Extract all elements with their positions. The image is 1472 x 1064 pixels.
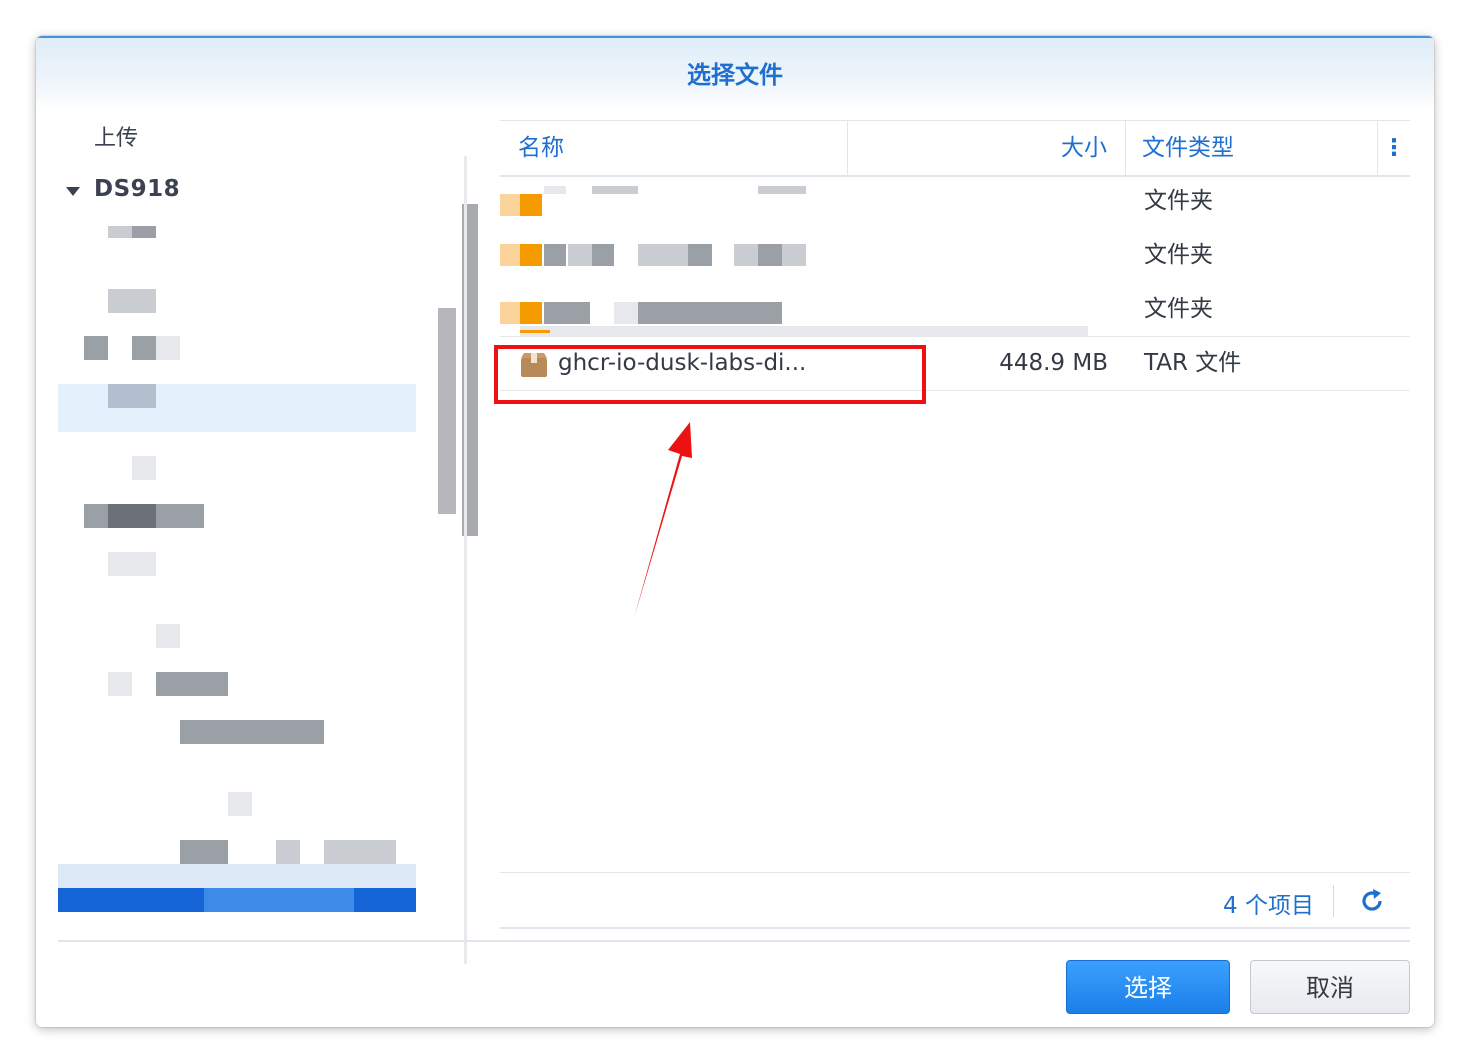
- blurred-file-name: [592, 186, 638, 194]
- blurred-tree-item: [132, 336, 156, 360]
- item-count: 4 个项目: [1223, 893, 1314, 919]
- blurred-tree-item: [324, 840, 396, 864]
- blurred-tree-item[interactable]: [180, 720, 324, 744]
- blurred-file-name: [544, 302, 590, 324]
- blurred-tree-item: [108, 504, 156, 528]
- table-footer: 4 个项目: [500, 872, 1410, 929]
- annotation-highlight-box: [494, 345, 926, 404]
- table-row[interactable]: 文件夹: [500, 174, 1410, 228]
- folder-icon: [520, 244, 542, 266]
- table-row[interactable]: 文件夹: [500, 228, 1410, 282]
- column-header-name[interactable]: 名称: [500, 121, 848, 175]
- blurred-file-name: [758, 186, 806, 194]
- folder-icon: [520, 302, 542, 324]
- blurred-tree-item: [156, 336, 180, 360]
- blurred-tree-item: [204, 888, 354, 912]
- column-header-type[interactable]: 文件类型: [1126, 121, 1378, 175]
- blurred-tree-item[interactable]: [132, 456, 156, 480]
- blurred-file-name: [592, 244, 614, 266]
- blurred-tree-item: [276, 840, 300, 864]
- blurred-file-name: [544, 244, 566, 266]
- blurred-tree-item: [156, 672, 228, 696]
- cancel-button[interactable]: 取消: [1250, 960, 1410, 1014]
- blurred-tree-item[interactable]: [108, 552, 156, 576]
- caret-down-icon[interactable]: [66, 187, 80, 196]
- folder-tree: 上传 DS918: [58, 116, 478, 926]
- select-button[interactable]: 选择: [1066, 960, 1230, 1014]
- table-header: 名称 大小 文件类型 ⋮: [500, 120, 1410, 177]
- blurred-tree-item[interactable]: [108, 289, 156, 313]
- folder-icon: [520, 194, 542, 216]
- tree-scrollbar-thumb[interactable]: [438, 308, 456, 514]
- blurred-file-name: [758, 244, 782, 266]
- blurred-file-name: [614, 302, 638, 324]
- file-type: 文件夹: [1144, 296, 1213, 322]
- folder-icon: [520, 330, 550, 333]
- footer-divider-line: [58, 940, 1410, 942]
- blurred-tree-item[interactable]: [180, 840, 228, 864]
- column-header-size[interactable]: 大小: [848, 121, 1126, 175]
- blurred-tree-item[interactable]: [156, 624, 180, 648]
- column-menu-icon[interactable]: ⋮: [1378, 121, 1410, 175]
- blurred-file-name: [544, 186, 566, 194]
- footer-divider: [1333, 885, 1334, 917]
- refresh-icon[interactable]: [1358, 887, 1386, 915]
- dialog-header: 选择文件: [36, 36, 1434, 110]
- file-type: TAR 文件: [1144, 350, 1242, 376]
- file-type: 文件夹: [1144, 188, 1213, 214]
- blurred-file-name: [638, 302, 782, 324]
- table-row[interactable]: 文件夹: [500, 282, 1410, 337]
- blurred-tree-item[interactable]: [84, 336, 108, 360]
- file-picker-dialog: 选择文件 上传 DS918 名称 大小 文件类型 ⋮ 文件夹 文件夹 文件夹 g…: [36, 36, 1434, 1027]
- blurred-file-name: [568, 244, 592, 266]
- tree-item-upload[interactable]: 上传: [94, 120, 138, 152]
- blurred-tree-item[interactable]: [108, 384, 156, 408]
- blurred-file-name: [520, 326, 1088, 336]
- dialog-title: 选择文件: [687, 61, 783, 89]
- blurred-tree-item: [132, 226, 156, 238]
- blurred-tree-item[interactable]: [108, 672, 132, 696]
- blurred-file-name: [688, 244, 712, 266]
- annotation-arrow: [634, 422, 692, 618]
- file-type: 文件夹: [1144, 242, 1213, 268]
- panel-divider[interactable]: [464, 156, 467, 964]
- tree-item-root[interactable]: DS918: [94, 176, 180, 202]
- blurred-tree-item[interactable]: [108, 226, 132, 238]
- blurred-tree-item[interactable]: [228, 792, 252, 816]
